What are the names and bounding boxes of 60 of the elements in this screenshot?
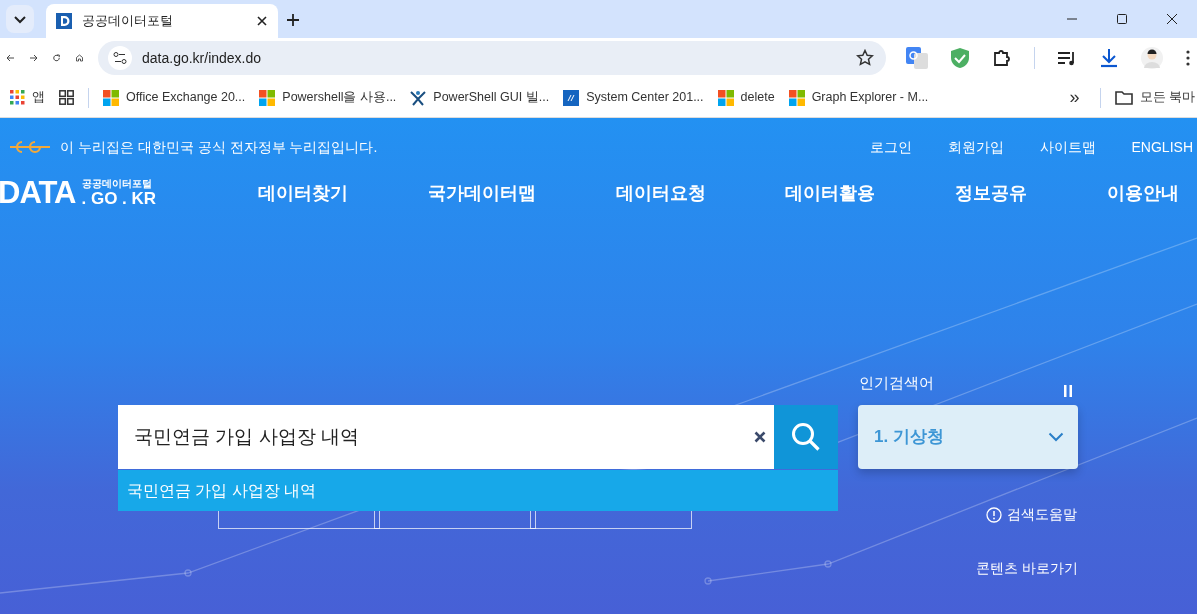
maximize-icon [1116, 13, 1128, 25]
tab-list-icon[interactable] [6, 5, 34, 33]
figure-icon [410, 89, 427, 106]
pause-icon[interactable] [1064, 384, 1072, 397]
search-field[interactable]: 국민연금 가입 사업장 내역 [118, 405, 774, 469]
bookmark-item[interactable]: Office Exchange 20... [103, 88, 246, 107]
new-tab-icon[interactable] [286, 12, 300, 27]
site-settings-icon[interactable] [108, 46, 132, 70]
tab-title: 공공데이터포털 [82, 12, 174, 30]
search-button[interactable] [774, 405, 838, 469]
nav-menu-item[interactable]: 데이터활용 [785, 179, 876, 207]
bookmark-folder[interactable]: 모든 북마 [1114, 88, 1195, 107]
url-text: data.go.kr/index.do [142, 48, 263, 68]
bookmark-item[interactable]: Powershell을 사용... [259, 88, 397, 107]
media-queue-icon[interactable] [1057, 49, 1077, 67]
nav-menu-item[interactable]: 데이터요청 [615, 179, 706, 207]
bookmark-item[interactable]: Graph Explorer - M... [788, 88, 929, 107]
popular-search-label: 인기검색어 [859, 373, 934, 393]
nav-menu-item[interactable]: 국가데이터맵 [427, 179, 536, 207]
windows-logo-icon [717, 89, 734, 106]
site-favicon [56, 13, 72, 29]
extensions-icon[interactable] [992, 48, 1012, 68]
bookmark-item[interactable]: 앱 [10, 88, 45, 107]
nav-menu-item[interactable]: 데이터찾기 [258, 179, 348, 207]
government-logo-icon [8, 139, 52, 155]
search-help-link[interactable]: 검색도움말 [986, 504, 1077, 525]
utility-link[interactable]: 사이트맵 [1039, 136, 1096, 158]
bookmark-item[interactable]: PowerShell GUI 빌... [410, 88, 550, 107]
more-icon[interactable] [1185, 49, 1191, 67]
info-icon [986, 506, 1002, 523]
chevron-down-icon [1048, 432, 1064, 442]
bookmark-favicon [563, 89, 580, 106]
search-icon [791, 422, 821, 452]
shield-check-icon[interactable] [950, 47, 970, 69]
bookmark-item[interactable]: delete [717, 88, 775, 107]
windows-logo-icon [259, 89, 276, 106]
close-icon[interactable] [256, 15, 268, 27]
popular-search-dropdown[interactable]: 1. 기상청 [858, 405, 1078, 469]
skip-to-content-link[interactable]: 콘텐츠 바로가기 [976, 558, 1078, 579]
star-icon[interactable] [856, 49, 874, 67]
translate-icon[interactable] [906, 47, 928, 69]
government-notice: 이 누리집은 대한민국 공식 전자정부 누리집입니다. [60, 137, 378, 157]
download-icon[interactable] [1099, 48, 1119, 68]
utility-link[interactable]: ENGLISH [1131, 136, 1193, 158]
browser-tab[interactable]: 공공데이터포털 [46, 4, 278, 38]
apps-icon [10, 90, 25, 105]
close-icon [1166, 13, 1178, 25]
folder-icon [1114, 90, 1133, 105]
avatar-icon[interactable] [1141, 47, 1163, 69]
bookmarks-overflow-button[interactable]: » [1063, 84, 1086, 111]
windows-logo-icon [788, 89, 805, 106]
utility-link[interactable]: 회원가입 [947, 136, 1004, 158]
clear-icon[interactable] [754, 431, 766, 443]
windows-logo-icon [103, 89, 119, 106]
address-bar[interactable]: data.go.kr/index.do [98, 41, 886, 75]
bookmark-item[interactable]: System Center 201... [563, 88, 704, 107]
nav-menu-item[interactable]: 이용안내 [1107, 179, 1179, 207]
utility-link[interactable]: 로그인 [869, 136, 912, 158]
tab-groups-icon[interactable] [59, 90, 74, 105]
nav-menu-item[interactable]: 정보공유 [955, 179, 1028, 207]
